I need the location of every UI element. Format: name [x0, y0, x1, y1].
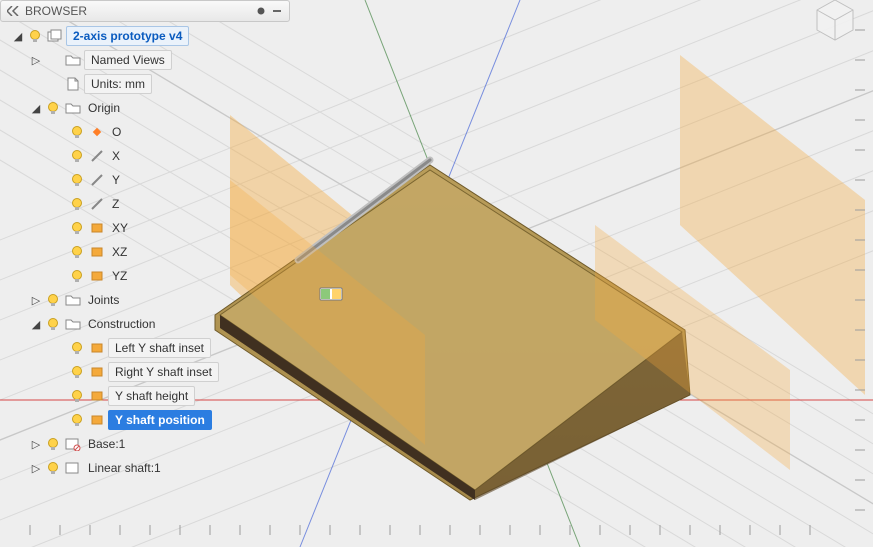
browser-title: BROWSER — [21, 4, 253, 18]
tree-root-label: 2-axis prototype v4 — [66, 26, 189, 46]
plane-icon — [88, 339, 106, 357]
lightbulb-icon[interactable] — [68, 363, 86, 381]
tree-item-label: Origin — [84, 99, 126, 117]
tree-item-label: Y shaft height — [108, 386, 195, 406]
tree-origin-xz[interactable]: XZ — [10, 240, 320, 264]
expand-toggle[interactable]: ◢ — [30, 102, 42, 114]
lightbulb-icon[interactable] — [68, 123, 86, 141]
tree-item-label: X — [108, 147, 126, 165]
component-link-icon — [64, 435, 82, 453]
lightbulb-icon[interactable] — [44, 315, 62, 333]
tree-right-y-inset[interactable]: Right Y shaft inset — [10, 360, 320, 384]
lightbulb-icon[interactable] — [44, 99, 62, 117]
tree-joints[interactable]: ▷ Joints — [10, 288, 320, 312]
component-icon — [46, 27, 64, 45]
lightbulb-icon[interactable] — [44, 291, 62, 309]
expand-toggle[interactable]: ▷ — [30, 294, 42, 306]
lightbulb-icon[interactable] — [26, 27, 44, 45]
expand-toggle[interactable]: ◢ — [30, 318, 42, 330]
tree-origin-xy[interactable]: XY — [10, 216, 320, 240]
lightbulb-icon[interactable] — [68, 267, 86, 285]
lightbulb-icon[interactable] — [68, 171, 86, 189]
tree-item-label: Z — [108, 195, 125, 213]
tree-origin[interactable]: ◢ Origin — [10, 96, 320, 120]
tree-item-label: Linear shaft:1 — [84, 459, 167, 477]
tree-origin-y[interactable]: Y — [10, 168, 320, 192]
pin-dot-icon[interactable] — [253, 3, 269, 19]
axis-icon — [88, 195, 106, 213]
sketch-tag-icon[interactable] — [320, 288, 342, 300]
collapse-left-icon[interactable] — [5, 3, 21, 19]
tree-named-views[interactable]: ▷ Named Views — [10, 48, 320, 72]
tree-item-label: Joints — [84, 291, 125, 309]
tree-item-label: Right Y shaft inset — [108, 362, 219, 382]
lightbulb-icon[interactable] — [68, 387, 86, 405]
plane-icon — [88, 363, 106, 381]
tree-item-label: Construction — [84, 315, 161, 333]
minimize-icon[interactable] — [269, 3, 285, 19]
lightbulb-icon[interactable] — [68, 219, 86, 237]
plane-icon — [88, 267, 106, 285]
plane-icon — [88, 243, 106, 261]
tree-construction[interactable]: ◢ Construction — [10, 312, 320, 336]
tree-item-label: XY — [108, 219, 134, 237]
tree-item-label: O — [108, 123, 127, 141]
browser-header[interactable]: BROWSER — [0, 0, 290, 22]
expand-toggle[interactable]: ▷ — [30, 54, 42, 66]
lightbulb-icon[interactable] — [68, 195, 86, 213]
tree-item-label: Units: mm — [84, 74, 152, 94]
lightbulb-icon[interactable] — [44, 435, 62, 453]
tree-origin-z[interactable]: Z — [10, 192, 320, 216]
browser-panel: BROWSER ◢ 2-axis prototype v4 ▷ — [0, 0, 320, 480]
plane-icon — [88, 387, 106, 405]
tree-origin-o[interactable]: O — [10, 120, 320, 144]
origin-point-icon — [88, 123, 106, 141]
plane-icon — [88, 219, 106, 237]
lightbulb-icon[interactable] — [68, 147, 86, 165]
tree-origin-yz[interactable]: YZ — [10, 264, 320, 288]
tree-base[interactable]: ▷ Base:1 — [10, 432, 320, 456]
expand-toggle[interactable]: ▷ — [30, 438, 42, 450]
expand-toggle[interactable]: ◢ — [12, 30, 24, 42]
component-icon — [64, 459, 82, 477]
tree-item-label: XZ — [108, 243, 133, 261]
lightbulb-icon[interactable] — [68, 411, 86, 429]
tree-origin-x[interactable]: X — [10, 144, 320, 168]
lightbulb-icon[interactable] — [68, 339, 86, 357]
folder-icon — [64, 315, 82, 333]
tree-item-label: Y shaft position — [108, 410, 212, 430]
tree-left-y-inset[interactable]: Left Y shaft inset — [10, 336, 320, 360]
plane-icon — [88, 411, 106, 429]
axis-icon — [88, 147, 106, 165]
tree-item-label: Left Y shaft inset — [108, 338, 211, 358]
folder-icon — [64, 291, 82, 309]
tree-y-shaft-height[interactable]: Y shaft height — [10, 384, 320, 408]
tree-item-label: Named Views — [84, 50, 172, 70]
lightbulb-icon[interactable] — [44, 459, 62, 477]
view-cube[interactable] — [805, 0, 865, 47]
tree-linear-shaft[interactable]: ▷ Linear shaft:1 — [10, 456, 320, 480]
folder-icon — [64, 51, 82, 69]
document-icon — [64, 75, 82, 93]
tree-item-label: Y — [108, 171, 126, 189]
tree-root[interactable]: ◢ 2-axis prototype v4 — [10, 24, 320, 48]
folder-icon — [64, 99, 82, 117]
axis-icon — [88, 171, 106, 189]
tree-y-shaft-position[interactable]: Y shaft position — [10, 408, 320, 432]
tree-item-label: YZ — [108, 267, 133, 285]
tree-units[interactable]: ▷ Units: mm — [10, 72, 320, 96]
lightbulb-icon[interactable] — [68, 243, 86, 261]
tree-item-label: Base:1 — [84, 435, 131, 453]
expand-toggle[interactable]: ▷ — [30, 462, 42, 474]
